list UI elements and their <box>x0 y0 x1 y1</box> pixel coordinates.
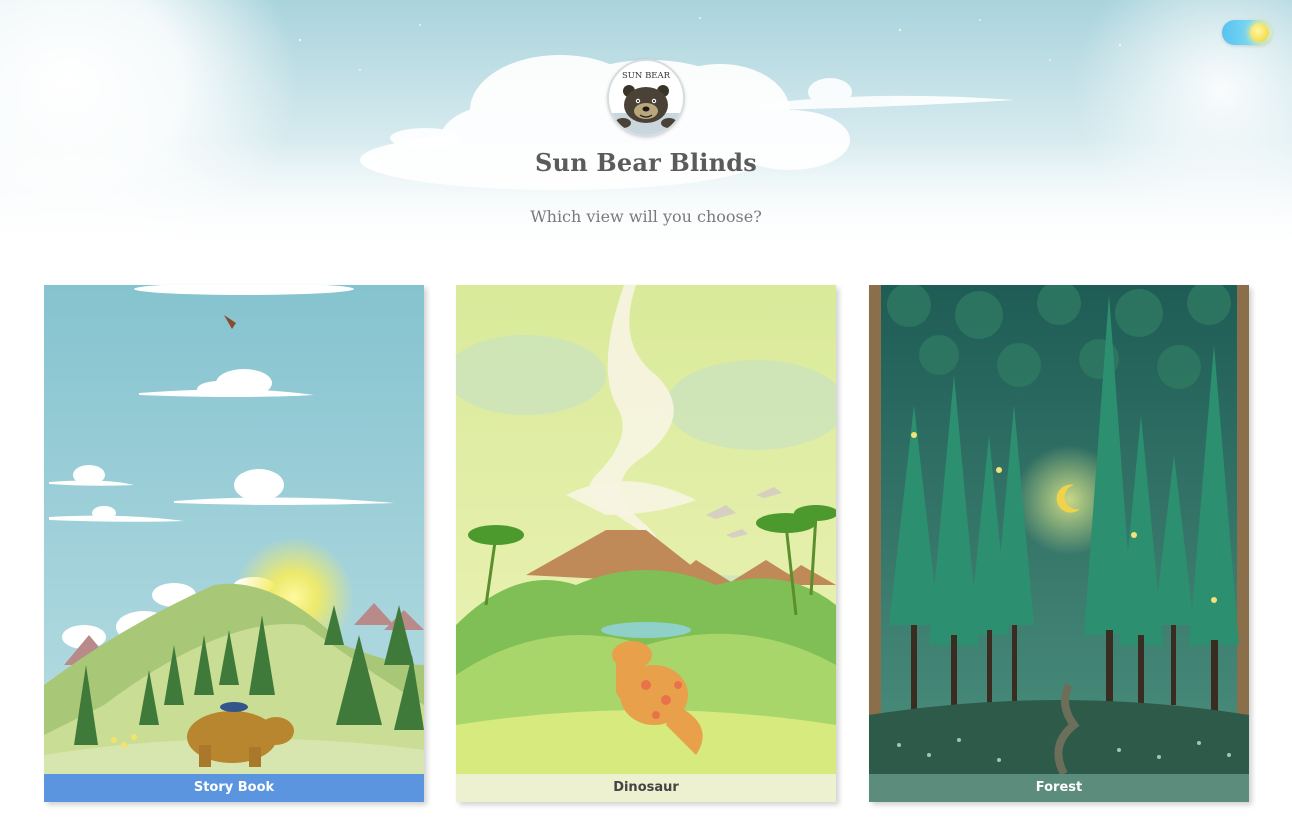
sun-icon <box>1250 23 1269 42</box>
sun-bear-logo[interactable]: SUN BEAR <box>607 59 685 137</box>
view-card-dinosaur[interactable]: Dinosaur <box>456 285 836 802</box>
view-label: Story Book <box>44 774 424 802</box>
view-label: Dinosaur <box>456 774 836 802</box>
day-night-toggle[interactable] <box>1222 20 1272 45</box>
bear-face-icon: SUN BEAR <box>609 71 683 135</box>
forest-illustration <box>869 285 1249 774</box>
logo-text: SUN BEAR <box>622 71 671 81</box>
page-title: Sun Bear Blinds <box>535 148 757 177</box>
view-card-story-book[interactable]: Story Book <box>44 285 424 802</box>
page-subtitle: Which view will you choose? <box>530 207 762 226</box>
dinosaur-illustration <box>456 285 836 774</box>
story-book-illustration <box>44 285 424 774</box>
view-label: Forest <box>869 774 1249 802</box>
view-card-forest[interactable]: Forest <box>869 285 1249 802</box>
